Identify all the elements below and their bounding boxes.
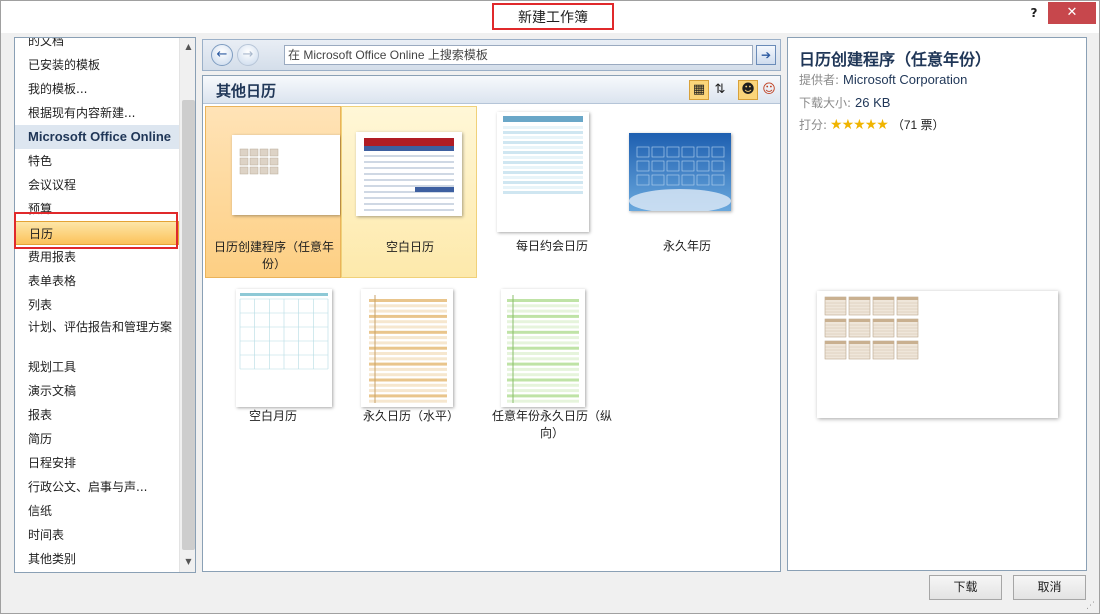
category-item[interactable]: 报表	[15, 403, 179, 427]
search-go-icon[interactable]: ➔	[756, 45, 776, 65]
search-bar: ← → 在 Microsoft Office Online 上搜索模板 ➔	[202, 39, 781, 71]
category-item[interactable]: 行政公文、启事与声...	[15, 475, 179, 499]
scroll-up-icon[interactable]: ▲	[183, 40, 194, 54]
scroll-thumb[interactable]	[182, 100, 195, 550]
category-item[interactable]: 费用报表	[15, 245, 179, 269]
category-item[interactable]: 简历	[15, 427, 179, 451]
template-tile[interactable]: 永久日历（水平）	[343, 284, 479, 456]
template-thumbnail	[356, 132, 462, 216]
new-workbook-dialog: 新建工作簿 ? ✕ 的文档 已安装的模板 我的模板... 根据现有内容新建... Mic…	[0, 0, 1100, 614]
template-tile[interactable]: 永久年历	[619, 106, 755, 278]
category-item[interactable]: 特色	[15, 149, 179, 173]
template-thumbnail	[232, 135, 340, 215]
template-thumbnail	[236, 289, 332, 407]
cancel-button[interactable]: 取消	[1013, 575, 1086, 600]
template-thumbnail	[501, 289, 585, 407]
template-label: 日历创建程序（任意年份）	[213, 240, 334, 271]
rating-stars-icon: ★★★★★	[830, 117, 889, 133]
vote-count: （71 票）	[891, 118, 945, 132]
category-item[interactable]: 根据现有内容新建...	[15, 101, 179, 125]
template-label: 任意年份永久日历（纵向）	[491, 409, 612, 440]
template-tile[interactable]: 每日约会日历	[484, 106, 620, 278]
template-label: 空白日历	[385, 240, 434, 254]
template-thumbnail	[629, 133, 731, 213]
template-tile[interactable]: 空白月历	[205, 284, 341, 456]
search-input[interactable]: 在 Microsoft Office Online 上搜索模板	[284, 45, 753, 65]
rating-label: 打分:	[799, 118, 828, 132]
category-item[interactable]: 计划、评估报告和管理方案	[15, 317, 179, 355]
preview-pane: 日历创建程序（任意年份） 提供者: Microsoft Corporation 下…	[787, 37, 1087, 571]
close-button[interactable]: ✕	[1048, 2, 1096, 24]
size-value: 26 KB	[855, 95, 891, 110]
gallery-header: 其他日历 ▦ ⇅ ☻ ☺	[203, 76, 780, 104]
resize-grip-icon[interactable]: ⋰	[1086, 601, 1098, 613]
category-item[interactable]: 已安装的模板	[15, 53, 179, 77]
provider-value: Microsoft Corporation	[843, 72, 968, 87]
category-item[interactable]: 信纸	[15, 499, 179, 523]
category-item[interactable]: 表单表格	[15, 269, 179, 293]
provider-row: 提供者: Microsoft Corporation	[799, 71, 967, 88]
category-item[interactable]: 日历	[15, 221, 179, 245]
title-bar: 新建工作簿 ? ✕	[1, 1, 1099, 33]
dialog-title: 新建工作簿	[492, 3, 614, 30]
rating-row: 打分: ★★★★★ （71 票）	[799, 116, 945, 133]
template-preview-image	[817, 291, 1058, 418]
category-item[interactable]: 列表	[15, 293, 179, 317]
category-item[interactable]: 时间表	[15, 523, 179, 547]
template-thumbnail	[361, 289, 453, 407]
size-row: 下载大小: 26 KB	[799, 94, 890, 111]
template-label: 每日约会日历	[515, 239, 588, 253]
category-pane: 的文档 已安装的模板 我的模板... 根据现有内容新建... Microsoft Off…	[14, 37, 196, 573]
back-arrow-icon[interactable]: ←	[211, 44, 233, 66]
category-item[interactable]: 日程安排	[15, 451, 179, 475]
category-item[interactable]: 规划工具	[15, 355, 179, 379]
large-icons-view-icon[interactable]: ▦	[689, 80, 709, 100]
category-item[interactable]: 预算	[15, 197, 179, 221]
download-button[interactable]: 下载	[929, 575, 1002, 600]
template-tile[interactable]: 日历创建程序（任意年份）	[205, 106, 341, 278]
category-list: 的文档 已安装的模板 我的模板... 根据现有内容新建... Microsoft Off…	[15, 38, 179, 571]
category-item[interactable]: 演示文稿	[15, 379, 179, 403]
template-label: 永久日历（水平）	[362, 409, 459, 423]
template-label: 永久年历	[662, 239, 711, 253]
category-scrollbar[interactable]: ▲ ▼	[179, 38, 195, 572]
template-tile[interactable]: 任意年份永久日历（纵向）	[484, 284, 620, 456]
user-icon[interactable]: ☻	[738, 80, 758, 100]
user-remove-icon[interactable]: ☺	[759, 80, 779, 100]
category-item[interactable]: 会议议程	[15, 173, 179, 197]
scroll-down-icon[interactable]: ▼	[183, 555, 194, 569]
gallery-title: 其他日历	[216, 82, 277, 100]
help-button[interactable]: ?	[1023, 4, 1045, 24]
size-label: 下载大小:	[799, 96, 852, 110]
template-gallery: 其他日历 ▦ ⇅ ☻ ☺ 日历创建程序（任意年份） 空白日历 每日约会日历 永久年历空…	[202, 75, 781, 572]
preview-title: 日历创建程序（任意年份）	[799, 50, 992, 69]
template-thumbnail	[497, 112, 589, 232]
category-item[interactable]: 的文档	[15, 38, 179, 53]
category-item[interactable]: 我的模板...	[15, 77, 179, 101]
forward-arrow-icon[interactable]: →	[237, 44, 259, 66]
sort-az-icon[interactable]: ⇅	[710, 80, 730, 100]
template-tile[interactable]: 空白日历	[341, 106, 477, 278]
category-item[interactable]: 其他类别	[15, 547, 179, 571]
provider-label: 提供者:	[799, 73, 840, 87]
category-header[interactable]: Microsoft Office Online	[15, 125, 179, 149]
template-label: 空白月历	[248, 409, 297, 423]
